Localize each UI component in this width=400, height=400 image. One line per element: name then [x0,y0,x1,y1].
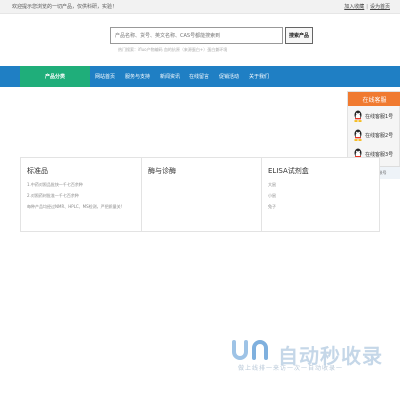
set-homepage-link[interactable]: 设为首页 [370,4,390,10]
search-button[interactable]: 搜索产品 [285,27,313,44]
page: 欢迎提示您浏览的一切产品，仅供科研，实验！ 加入收藏|设为首页 搜索产品 热门搜… [0,0,400,400]
nav-item-message[interactable]: 在线留言 [189,66,209,87]
category-sub[interactable]: 1.中药对照品批快一千七百余种 [27,182,141,188]
nav-item-about[interactable]: 关于我们 [249,66,269,87]
qq-penguin-icon [354,110,362,122]
product-category-button[interactable]: 产品分类 [20,66,90,87]
nav-item-promotion[interactable]: 促销活动 [219,66,239,87]
nav-item-service[interactable]: 服务与支持 [125,66,150,87]
category-title[interactable]: ELISA试剂盒 [268,166,381,176]
category-sub[interactable]: 大鼠 [268,182,381,188]
category-sub[interactable]: 2.对照药材批准一千七百余种 [27,193,141,199]
category-title[interactable]: 标准品 [27,166,141,176]
support-agent-label: 在线客服2号 [365,132,394,139]
category-sub[interactable]: 兔子 [268,204,381,210]
hot-search-text: 热门搜索：ifluo产物编码 血的抗原（来源蛋白+）蛋白兼环境 [118,47,228,52]
main-nav: 产品分类 网站首页 服务与支持 新闻资讯 在线留言 促销活动 关于我们 [0,66,400,87]
watermark-slogan: 做上线排一来访一次一自动收录一 [238,365,344,372]
welcome-text: 欢迎提示您浏览的一切产品，仅供科研，实验！ [12,4,118,10]
category-sub[interactable]: 小鼠 [268,193,381,199]
support-agent-2[interactable]: 在线客服2号 [353,128,393,142]
watermark-logo-icon [232,340,268,360]
support-agent-label: 在线客服1号 [365,113,394,120]
add-favorite-link[interactable]: 加入收藏 [344,4,364,10]
category-section: 标准品 1.中药对照品批快一千七百余种 2.对照药材批准一千七百余种 每种产品均… [20,157,380,232]
category-elisa: ELISA试剂盒 大鼠 小鼠 兔子 [261,158,381,231]
nav-item-home[interactable]: 网站首页 [95,66,115,87]
category-standards: 标准品 1.中药对照品批快一千七百余种 2.对照药材批准一千七百余种 每种产品均… [21,158,141,231]
top-bar: 欢迎提示您浏览的一切产品，仅供科研，实验！ 加入收藏 | 设为首页 [0,0,400,14]
qq-penguin-icon [354,129,362,141]
search-input[interactable] [110,27,283,44]
top-links: 加入收藏 | 设为首页 [344,3,390,10]
category-title[interactable]: 酶与诊酶 [148,166,261,176]
nav-item-news[interactable]: 新闻资讯 [160,66,180,87]
support-title: 在线客服 [348,92,400,106]
category-sub[interactable]: 每种产品均经过NMR、HPLC、MS检测，严把质量关! [27,204,141,210]
category-enzymes: 酶与诊酶 [141,158,261,231]
support-agent-1[interactable]: 在线客服1号 [353,109,393,123]
link-separator: | [366,4,368,10]
